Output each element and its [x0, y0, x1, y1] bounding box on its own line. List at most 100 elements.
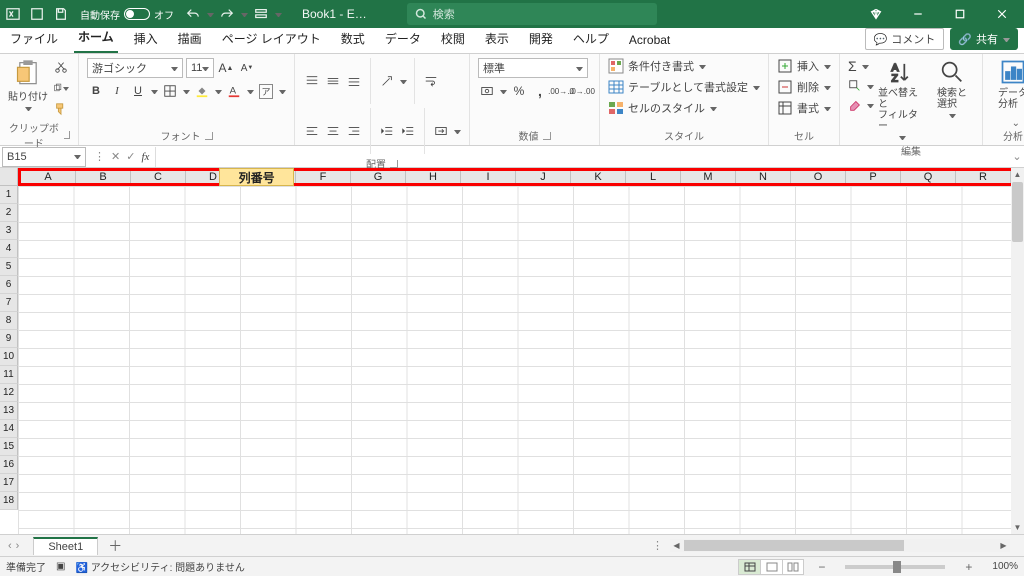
- column-header[interactable]: M: [681, 171, 736, 183]
- format-as-table-button[interactable]: テーブルとして書式設定: [608, 79, 760, 95]
- prev-sheet-icon[interactable]: ‹: [8, 540, 12, 552]
- italic-button[interactable]: I: [108, 82, 126, 100]
- spreadsheet-grid[interactable]: ABCDEFGHIJKLMNOPQR 列番号 12345678910111213…: [0, 168, 1024, 534]
- tab-formulas[interactable]: 数式: [337, 26, 369, 53]
- column-header[interactable]: L: [626, 171, 681, 183]
- horizontal-scrollbar[interactable]: ◀▶: [670, 539, 1010, 552]
- align-center-icon[interactable]: [324, 122, 342, 140]
- row-header[interactable]: 9: [0, 330, 18, 348]
- row-header[interactable]: 16: [0, 456, 18, 474]
- redo-icon[interactable]: [218, 5, 236, 23]
- name-box[interactable]: B15: [2, 147, 86, 167]
- tab-home[interactable]: ホーム: [74, 24, 118, 53]
- decrease-decimal-icon[interactable]: .0→.00: [573, 82, 591, 100]
- paste-button[interactable]: 貼り付け: [8, 58, 48, 112]
- macro-record-icon[interactable]: ▣: [56, 561, 65, 572]
- row-header[interactable]: 17: [0, 474, 18, 492]
- zoom-out-button[interactable]: −: [814, 560, 829, 574]
- column-headers[interactable]: ABCDEFGHIJKLMNOPQR: [18, 168, 1011, 186]
- number-format-combo[interactable]: 標準: [478, 58, 588, 78]
- column-header[interactable]: G: [351, 171, 406, 183]
- increase-indent-icon[interactable]: [399, 122, 417, 140]
- decrease-font-icon[interactable]: A▼: [238, 59, 256, 77]
- column-header[interactable]: B: [76, 171, 131, 183]
- increase-font-icon[interactable]: A▲: [217, 59, 235, 77]
- decrease-indent-icon[interactable]: [378, 122, 396, 140]
- orientation-icon[interactable]: [378, 72, 396, 90]
- comments-button[interactable]: 💬コメント: [865, 28, 945, 50]
- quick-access-more-icon[interactable]: [252, 5, 270, 23]
- column-header[interactable]: J: [516, 171, 571, 183]
- cells-area[interactable]: [18, 186, 1011, 534]
- row-header[interactable]: 11: [0, 366, 18, 384]
- row-header[interactable]: 6: [0, 276, 18, 294]
- fn-dots-icon[interactable]: ⋮: [94, 150, 105, 163]
- column-header[interactable]: A: [21, 171, 76, 183]
- delete-cells-button[interactable]: 削除: [777, 79, 831, 95]
- tab-view[interactable]: 表示: [481, 26, 513, 53]
- share-button[interactable]: 🔗共有: [950, 28, 1018, 50]
- align-right-icon[interactable]: [345, 122, 363, 140]
- align-top-icon[interactable]: [303, 72, 321, 90]
- sort-filter-button[interactable]: AZ並べ替えと フィルター: [878, 58, 926, 141]
- autosave-toggle[interactable]: 自動保存 オフ: [80, 7, 174, 22]
- select-all-corner[interactable]: [0, 168, 18, 186]
- tab-review[interactable]: 校閲: [437, 26, 469, 53]
- percent-icon[interactable]: %: [510, 82, 528, 100]
- vertical-scrollbar[interactable]: ▲▼: [1011, 168, 1024, 534]
- tab-acrobat[interactable]: Acrobat: [625, 29, 674, 53]
- row-header[interactable]: 13: [0, 402, 18, 420]
- font-name-combo[interactable]: 游ゴシック: [87, 58, 183, 78]
- row-header[interactable]: 4: [0, 240, 18, 258]
- sheet-tabs-more-icon[interactable]: ⋮: [652, 539, 664, 552]
- font-size-combo[interactable]: 11: [186, 58, 214, 78]
- enter-formula-icon[interactable]: ✓: [126, 150, 135, 163]
- page-layout-view-icon[interactable]: [760, 559, 782, 575]
- column-header[interactable]: Q: [901, 171, 956, 183]
- row-header[interactable]: 10: [0, 348, 18, 366]
- column-header[interactable]: C: [131, 171, 186, 183]
- accessibility-status[interactable]: ♿ アクセシビリティ: 問題ありません: [75, 559, 244, 574]
- page-break-view-icon[interactable]: [782, 559, 804, 575]
- column-header[interactable]: N: [736, 171, 791, 183]
- add-sheet-button[interactable]: ＋: [108, 536, 122, 556]
- zoom-level[interactable]: 100%: [992, 561, 1018, 572]
- column-header[interactable]: R: [956, 171, 1011, 183]
- row-header[interactable]: 14: [0, 420, 18, 438]
- row-header[interactable]: 5: [0, 258, 18, 276]
- column-header[interactable]: F: [296, 171, 351, 183]
- next-sheet-icon[interactable]: ›: [16, 540, 20, 552]
- fx-icon[interactable]: fx: [141, 151, 149, 163]
- copy-icon[interactable]: [52, 79, 70, 97]
- diamond-icon[interactable]: [864, 2, 888, 26]
- align-middle-icon[interactable]: [324, 72, 342, 90]
- clear-button[interactable]: [848, 98, 874, 112]
- zoom-in-button[interactable]: +: [961, 560, 976, 574]
- tab-data[interactable]: データ: [381, 26, 425, 53]
- close-icon[interactable]: [990, 2, 1014, 26]
- zoom-slider[interactable]: [845, 565, 945, 569]
- border-icon[interactable]: [161, 82, 179, 100]
- fill-color-icon[interactable]: [193, 82, 211, 100]
- row-headers[interactable]: 123456789101112131415161718: [0, 186, 18, 534]
- font-launcher-icon[interactable]: [205, 132, 213, 140]
- ribbon-collapse-icon[interactable]: ⌄: [1012, 118, 1020, 129]
- cell-styles-button[interactable]: セルのスタイル: [608, 100, 760, 116]
- column-header[interactable]: H: [406, 171, 461, 183]
- column-header[interactable]: P: [846, 171, 901, 183]
- tab-draw[interactable]: 描画: [174, 26, 206, 53]
- expand-formula-bar-icon[interactable]: ⌄: [1010, 150, 1024, 163]
- column-header[interactable]: K: [571, 171, 626, 183]
- row-header[interactable]: 3: [0, 222, 18, 240]
- data-analysis-button[interactable]: データ 分析: [991, 58, 1024, 110]
- currency-icon[interactable]: [478, 82, 496, 100]
- underline-button[interactable]: U: [129, 82, 147, 100]
- phonetic-icon[interactable]: ア: [257, 82, 275, 100]
- column-header[interactable]: O: [791, 171, 846, 183]
- minimize-icon[interactable]: [906, 2, 930, 26]
- cancel-formula-icon[interactable]: ✕: [111, 150, 120, 163]
- normal-view-icon[interactable]: [738, 559, 760, 575]
- row-header[interactable]: 8: [0, 312, 18, 330]
- maximize-icon[interactable]: [948, 2, 972, 26]
- number-launcher-icon[interactable]: [543, 132, 551, 140]
